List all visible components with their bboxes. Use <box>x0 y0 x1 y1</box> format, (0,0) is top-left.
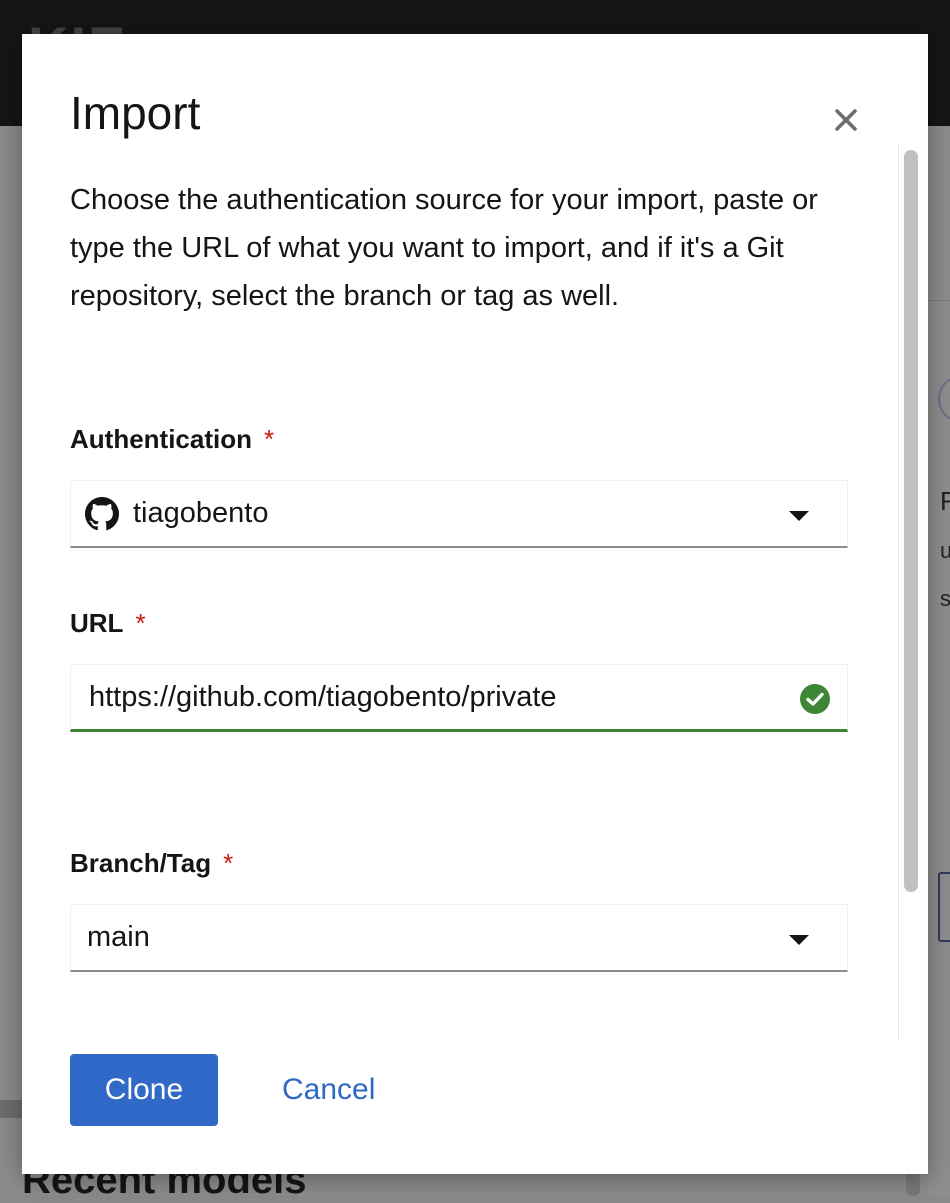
modal-description: Choose the authentication source for you… <box>70 184 818 312</box>
authentication-select[interactable]: tiagobento <box>70 480 848 548</box>
required-marker: * <box>264 424 275 454</box>
required-marker: * <box>223 848 234 878</box>
url-input[interactable]: https://github.com/tiagobento/private <box>70 664 848 732</box>
modal-title: Import <box>70 87 201 139</box>
url-label: URL * <box>70 608 146 638</box>
app-peek-text-1: F <box>940 486 950 516</box>
branch-label: Branch/Tag * <box>70 848 234 878</box>
authentication-label: Authentication * <box>70 424 275 454</box>
modal-scrollbar-thumb[interactable] <box>904 150 918 892</box>
app-card <box>938 872 950 942</box>
branch-value: main <box>87 921 150 953</box>
required-marker: * <box>135 608 146 638</box>
close-button[interactable] <box>826 100 866 140</box>
github-icon <box>85 496 119 531</box>
url-value: https://github.com/tiagobento/private <box>89 680 557 713</box>
cancel-button[interactable]: Cancel <box>262 1054 395 1126</box>
app-peek-text-3: s <box>940 586 950 611</box>
app-side-panel <box>928 300 950 1197</box>
chevron-down-icon <box>789 511 809 521</box>
chevron-down-icon <box>789 935 809 945</box>
clone-button[interactable]: Clone <box>70 1054 218 1126</box>
branch-select[interactable]: main <box>70 904 848 972</box>
app-peek-text-2: u <box>940 538 950 563</box>
check-circle-icon <box>799 683 831 720</box>
import-modal: Import Choose the authentication source … <box>22 34 928 1174</box>
authentication-value: tiagobento <box>133 497 269 529</box>
close-icon <box>835 109 857 131</box>
app-divider <box>0 1100 22 1118</box>
